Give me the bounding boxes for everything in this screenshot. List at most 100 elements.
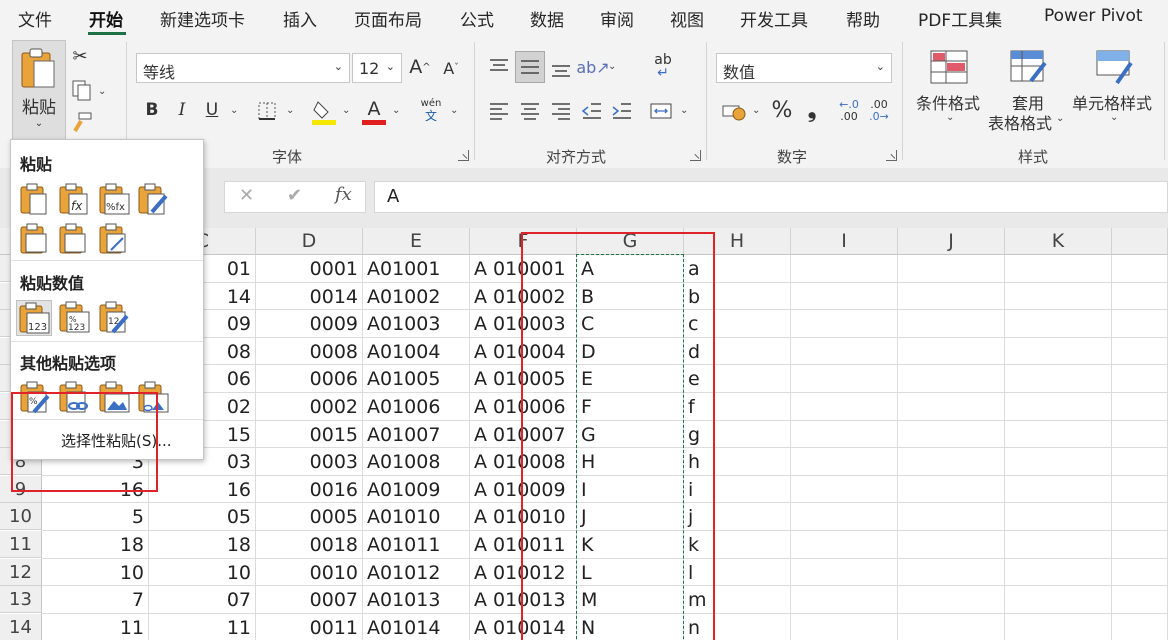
row-header[interactable]: 11	[0, 531, 42, 558]
tab-developer[interactable]: 开发工具	[740, 6, 808, 31]
cell-e[interactable]: A01006	[363, 393, 470, 421]
italic-icon[interactable]: I	[172, 98, 192, 122]
cell-h[interactable]: f	[684, 393, 791, 421]
cut-icon[interactable]: ✂	[70, 44, 90, 68]
font-color-icon[interactable]: A	[362, 96, 386, 126]
paste-linked-picture-icon[interactable]	[136, 380, 172, 416]
chevron-down-icon[interactable]: ⌄	[450, 105, 458, 116]
number-launcher-icon[interactable]	[886, 150, 897, 161]
cell-e[interactable]: A01014	[363, 614, 470, 640]
table-format-label-2[interactable]: 表格格式	[988, 110, 1052, 134]
cell-e[interactable]: A01007	[363, 421, 470, 449]
percent-style-icon[interactable]: %	[770, 96, 794, 124]
alignment-launcher-icon[interactable]	[690, 150, 701, 161]
cell-d[interactable]: 0014	[256, 283, 363, 311]
chevron-down-icon[interactable]: ⌄	[946, 112, 954, 123]
cell-g[interactable]: D	[577, 338, 684, 366]
cell-c[interactable]: 10	[149, 559, 256, 587]
cell-b[interactable]: 10	[42, 559, 149, 587]
paste-formulas-icon[interactable]: fx	[57, 182, 93, 218]
cell-g[interactable]: I	[577, 476, 684, 504]
cell-f[interactable]: A 010009	[470, 476, 577, 504]
cell-d[interactable]: 0018	[256, 531, 363, 559]
tab-insert[interactable]: 插入	[283, 6, 317, 31]
insert-function-icon[interactable]: fx	[335, 184, 352, 205]
cell-h[interactable]: g	[684, 421, 791, 449]
cell-e[interactable]: A01005	[363, 365, 470, 393]
copy-icon[interactable]	[70, 78, 94, 104]
cell-f[interactable]: A 010010	[470, 503, 577, 531]
wrap-text-icon[interactable]: ab ↵	[650, 52, 676, 82]
cell-b[interactable]: 18	[42, 531, 149, 559]
tab-review[interactable]: 审阅	[600, 6, 634, 31]
phonetic-icon[interactable]: wén 文	[416, 96, 446, 124]
enter-icon[interactable]: ✔	[287, 185, 302, 206]
paste-button[interactable]: 粘贴 ⌄	[12, 40, 66, 140]
paste-values-source-format-icon[interactable]: 12	[97, 300, 133, 336]
column-header-k[interactable]: K	[1005, 228, 1112, 255]
cell-g[interactable]: N	[577, 614, 684, 640]
cell-f[interactable]: A 010001	[470, 255, 577, 283]
cell-c[interactable]: 18	[149, 531, 256, 559]
increase-decimal-icon[interactable]: ←.0.00	[836, 96, 862, 126]
cell-styles-icon[interactable]	[1094, 48, 1136, 86]
comma-style-icon[interactable]: ❟	[804, 96, 820, 124]
chevron-down-icon[interactable]: ⌄	[752, 105, 760, 116]
decrease-font-icon[interactable]: Aˇ	[440, 56, 462, 80]
row-header[interactable]: 9	[0, 475, 42, 503]
cell-d[interactable]: 0003	[256, 448, 363, 476]
cell-g[interactable]: G	[577, 421, 684, 449]
column-header-l[interactable]	[1112, 228, 1168, 255]
bold-icon[interactable]: B	[142, 98, 162, 122]
cell-d[interactable]: 0009	[256, 310, 363, 338]
cell-c[interactable]: 07	[149, 586, 256, 614]
row-header[interactable]: 14	[0, 613, 42, 640]
merge-center-icon[interactable]	[648, 98, 674, 124]
tab-power-pivot[interactable]: Power Pivot	[1044, 6, 1143, 26]
accounting-format-icon[interactable]	[720, 98, 748, 124]
font-launcher-icon[interactable]	[458, 150, 469, 161]
chevron-down-icon[interactable]: ⌄	[230, 105, 238, 116]
column-header-e[interactable]: E	[363, 228, 470, 255]
paste-picture-icon[interactable]	[97, 380, 133, 416]
paste-keep-column-widths-icon[interactable]	[57, 222, 93, 258]
cell-d[interactable]: 0008	[256, 338, 363, 366]
cell-h[interactable]: n	[684, 614, 791, 640]
cell-g[interactable]: A	[577, 255, 684, 283]
cell-g[interactable]: K	[577, 531, 684, 559]
cell-d[interactable]: 0002	[256, 393, 363, 421]
cell-b[interactable]: 11	[42, 614, 149, 640]
cell-b[interactable]: 16	[42, 476, 149, 504]
cell-e[interactable]: A01001	[363, 255, 470, 283]
cell-h[interactable]: m	[684, 586, 791, 614]
cell-f[interactable]: A 010003	[470, 310, 577, 338]
cell-h[interactable]: i	[684, 476, 791, 504]
chevron-down-icon[interactable]: ⌄	[392, 105, 400, 116]
cell-f[interactable]: A 010008	[470, 448, 577, 476]
chevron-down-icon[interactable]: ⌄	[98, 86, 106, 97]
cell-g[interactable]: H	[577, 448, 684, 476]
font-name-select[interactable]: 等线 ⌄	[136, 53, 350, 83]
cell-f[interactable]: A 010004	[470, 338, 577, 366]
cell-h[interactable]: d	[684, 338, 791, 366]
cell-d[interactable]: 0005	[256, 503, 363, 531]
tab-formulas[interactable]: 公式	[460, 6, 494, 31]
format-painter-icon[interactable]	[70, 110, 94, 134]
chevron-down-icon[interactable]: ⌄	[680, 105, 688, 116]
cell-h[interactable]: b	[684, 283, 791, 311]
decrease-decimal-icon[interactable]: .00.0→	[866, 96, 892, 126]
column-header-d[interactable]: D	[256, 228, 363, 255]
paste-formulas-number-format-icon[interactable]: %fx	[97, 182, 133, 218]
tab-file[interactable]: 文件	[18, 6, 52, 31]
row-header[interactable]: 13	[0, 586, 42, 614]
cell-h[interactable]: k	[684, 531, 791, 559]
cell-h[interactable]: j	[684, 503, 791, 531]
formula-input[interactable]: A	[374, 181, 1168, 213]
column-header-j[interactable]: J	[898, 228, 1005, 255]
cell-f[interactable]: A 010005	[470, 365, 577, 393]
format-as-table-icon[interactable]	[1008, 48, 1050, 86]
cell-e[interactable]: A01008	[363, 448, 470, 476]
cancel-icon[interactable]: ✕	[239, 185, 254, 206]
orientation-icon[interactable]: ab↗	[576, 54, 609, 80]
borders-icon[interactable]	[256, 100, 278, 122]
